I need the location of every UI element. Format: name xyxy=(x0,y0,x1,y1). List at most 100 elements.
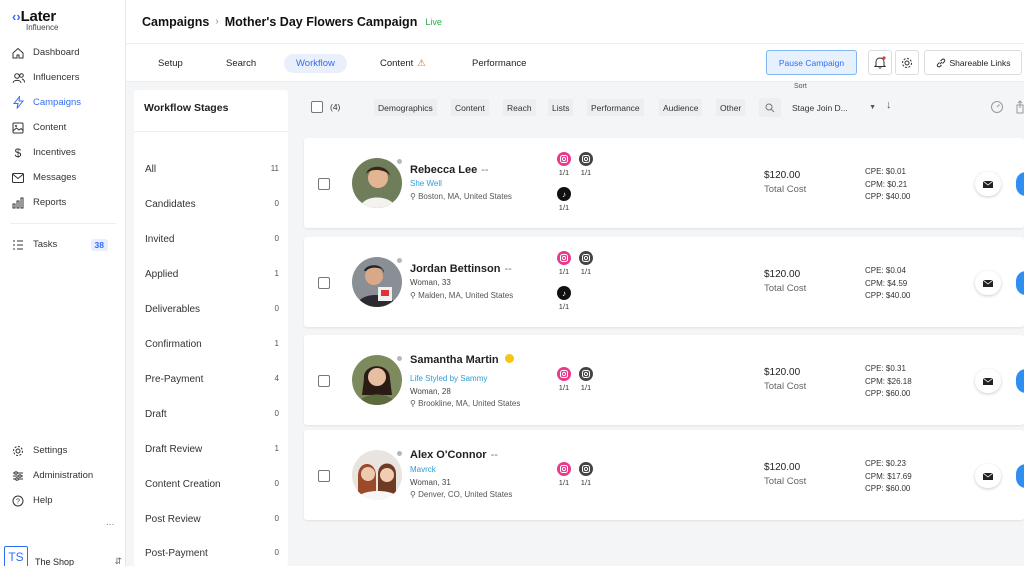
shareable-links-button[interactable]: Shareable Links xyxy=(924,50,1022,75)
filter-content[interactable]: Content xyxy=(451,99,489,116)
stage-confirmation[interactable]: Confirmation 1 xyxy=(145,339,279,350)
instagram-deliverable[interactable]: 1/1 xyxy=(555,367,573,392)
stage-content-creation[interactable]: Content Creation 0 xyxy=(145,479,279,490)
influencer-card[interactable]: Alex O'Connor -- Mavrck Woman, 31 ⚲ Denve… xyxy=(304,430,1024,520)
message-button[interactable] xyxy=(975,172,1001,196)
pause-campaign-button[interactable]: Pause Campaign xyxy=(766,50,857,75)
stage-all[interactable]: All 11 xyxy=(145,164,279,175)
stage-post-review[interactable]: Post Review 0 xyxy=(145,514,279,525)
influencer-name[interactable]: Rebecca Lee -- xyxy=(410,164,489,176)
tab-performance[interactable]: Performance xyxy=(460,54,538,73)
influencer-name[interactable]: Samantha Martin xyxy=(410,354,514,366)
logo[interactable]: ‹›Later Influence xyxy=(12,8,58,32)
sidebar-item-reports[interactable]: Reports xyxy=(0,190,126,215)
influencer-checkbox[interactable] xyxy=(318,178,330,190)
stage-draft[interactable]: Draft 0 xyxy=(145,409,279,420)
influencer-checkbox[interactable] xyxy=(318,470,330,482)
sort-select[interactable]: Stage Join D... ▼ xyxy=(792,99,876,116)
sidebar-item-messages[interactable]: Messages xyxy=(0,165,126,190)
influencer-card[interactable]: Samantha Martin Life Styled by Sammy Wom… xyxy=(304,335,1024,425)
stage-applied[interactable]: Applied 1 xyxy=(145,269,279,280)
avatar[interactable] xyxy=(352,355,402,405)
workspace-switcher[interactable]: TS The Shop ⇵ xyxy=(4,546,122,566)
avatar[interactable] xyxy=(352,158,402,208)
avatar[interactable] xyxy=(352,257,402,307)
select-all-checkbox[interactable] xyxy=(311,101,323,113)
sidebar: ‹›Later Influence Dashboard Influencers … xyxy=(0,0,126,566)
influencer-checkbox[interactable] xyxy=(318,375,330,387)
stage-post-payment[interactable]: Post-Payment 0 xyxy=(145,548,279,559)
sidebar-item-content[interactable]: Content xyxy=(0,115,126,140)
caret-down-icon: ▼ xyxy=(869,104,876,111)
workflow-stages-panel: Workflow Stages All 11 Candidates 0 Invite… xyxy=(134,90,288,566)
influencer-handle[interactable]: She Well xyxy=(410,179,442,188)
dollar-icon: $ xyxy=(14,145,22,160)
sidebar-item-incentives[interactable]: $ Incentives xyxy=(0,140,126,165)
workflow-stages-title: Workflow Stages xyxy=(144,102,229,114)
message-button[interactable] xyxy=(975,464,1001,488)
sidebar-item-dashboard[interactable]: Dashboard xyxy=(0,40,126,65)
notifications-button[interactable] xyxy=(868,50,892,75)
filter-demographics[interactable]: Demographics xyxy=(374,99,437,116)
instagram-deliverable-secondary[interactable]: 1/1 xyxy=(577,462,595,487)
filter-other[interactable]: Other xyxy=(716,99,746,116)
sidebar-item-influencers[interactable]: Influencers xyxy=(0,65,126,90)
influencer-card[interactable]: Rebecca Lee -- She Well ⚲ Boston, MA, Uni… xyxy=(304,138,1024,228)
tiktok-deliverable[interactable]: ♪ 1/1 xyxy=(555,286,573,311)
total-cost: $120.00 Total Cost xyxy=(764,462,807,487)
influencer-demographics: Woman, 33 xyxy=(410,278,451,287)
message-button[interactable] xyxy=(975,369,1001,393)
tab-search[interactable]: Search xyxy=(214,54,268,73)
influencer-card[interactable]: Jordan Bettinson -- Woman, 33 ⚲ Malden, M… xyxy=(304,237,1024,327)
instagram-deliverable-secondary[interactable]: 1/1 xyxy=(577,367,595,392)
sidebar-item-tasks[interactable]: Tasks 38 xyxy=(0,232,126,257)
cost-metrics: CPE: $0.01 CPM: $0.21 CPP: $40.00 xyxy=(865,167,911,201)
instagram-deliverable-secondary[interactable]: 1/1 xyxy=(577,152,595,177)
sidebar-item-help[interactable]: ? Help xyxy=(0,488,126,513)
instagram-deliverable[interactable]: 1/1 xyxy=(555,152,573,177)
stage-candidates[interactable]: Candidates 0 xyxy=(145,199,279,210)
sidebar-item-administration[interactable]: Administration xyxy=(0,463,126,488)
status-dot xyxy=(396,158,403,165)
stage-pre-payment[interactable]: Pre-Payment 4 xyxy=(145,374,279,385)
influencer-handle[interactable]: Life Styled by Sammy xyxy=(410,374,487,383)
filter-performance[interactable]: Performance xyxy=(587,99,644,116)
stage-invited[interactable]: Invited 0 xyxy=(145,234,279,245)
svg-text:?: ? xyxy=(16,498,20,505)
checklist-icon xyxy=(11,238,25,252)
stage-deliverables[interactable]: Deliverables 0 xyxy=(145,304,279,315)
instagram-deliverable[interactable]: 1/1 xyxy=(555,462,573,487)
more-options-icon[interactable]: ... xyxy=(106,517,114,528)
tab-setup[interactable]: Setup xyxy=(146,54,195,73)
filter-lists[interactable]: Lists xyxy=(548,99,574,116)
influencer-checkbox[interactable] xyxy=(318,277,330,289)
filter-audience[interactable]: Audience xyxy=(659,99,703,116)
stage-draft-review[interactable]: Draft Review 1 xyxy=(145,444,279,455)
primary-action-button[interactable] xyxy=(1016,464,1024,488)
influencer-handle[interactable]: Mavrck xyxy=(410,465,436,474)
breadcrumb-campaigns[interactable]: Campaigns xyxy=(142,15,209,29)
primary-action-button[interactable] xyxy=(1016,271,1024,295)
breadcrumb-separator: › xyxy=(215,16,219,27)
sort-direction-arrow-icon[interactable]: ↓ xyxy=(886,99,892,111)
sidebar-item-settings[interactable]: Settings xyxy=(0,438,126,463)
influencer-name[interactable]: Jordan Bettinson -- xyxy=(410,263,512,275)
tab-content[interactable]: Content ⚠ xyxy=(368,54,438,73)
gauge-icon[interactable] xyxy=(990,100,1004,117)
bolt-icon xyxy=(11,96,25,110)
message-button[interactable] xyxy=(975,271,1001,295)
search-button[interactable] xyxy=(759,98,781,117)
instagram-deliverable-secondary[interactable]: 1/1 xyxy=(577,251,595,276)
sidebar-item-campaigns[interactable]: Campaigns xyxy=(0,90,126,115)
instagram-deliverable[interactable]: 1/1 xyxy=(555,251,573,276)
influencer-name[interactable]: Alex O'Connor -- xyxy=(410,449,498,461)
primary-action-button[interactable] xyxy=(1016,369,1024,393)
filter-reach[interactable]: Reach xyxy=(503,99,536,116)
tab-workflow[interactable]: Workflow xyxy=(284,54,347,73)
settings-button[interactable] xyxy=(895,50,919,75)
avatar[interactable] xyxy=(352,450,402,500)
export-icon[interactable] xyxy=(1016,100,1024,117)
page-header: Campaigns › Mother's Day Flowers Campaig… xyxy=(126,0,1024,44)
primary-action-button[interactable] xyxy=(1016,172,1024,196)
tiktok-deliverable[interactable]: ♪ 1/1 xyxy=(555,187,573,212)
